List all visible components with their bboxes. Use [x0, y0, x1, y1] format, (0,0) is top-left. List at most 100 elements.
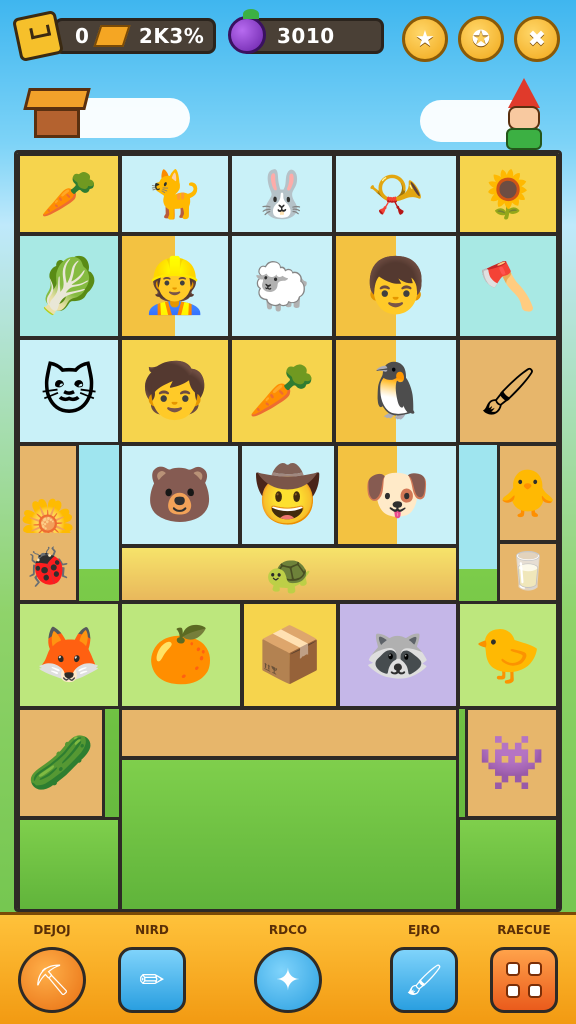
turtle-icon: 🐢: [265, 552, 313, 596]
flower-carrot-icon: 🥕: [248, 359, 316, 422]
red-cat-icon: 🐈: [146, 167, 204, 221]
sunflower-icon: 🌻: [479, 167, 537, 221]
bottom-nav: DEJOJ ⛏ NIRD ✏ RDCO ✦ EJRO 🖌 RAECUE: [0, 912, 576, 1024]
nav-label: NIRD: [135, 923, 169, 937]
board-tile[interactable]: 🐶: [335, 443, 459, 547]
board-tile[interactable]: 👦: [333, 233, 459, 339]
magic-wand-button[interactable]: ✦: [254, 947, 322, 1013]
blue-cap-kid-icon: 👦: [362, 254, 430, 317]
board-tile[interactable]: 🪓: [457, 233, 559, 339]
crate-stack-icon: 📦: [256, 623, 324, 686]
board-tile[interactable]: 🐥: [497, 443, 559, 543]
board-tile[interactable]: 🐞: [17, 533, 79, 603]
grape-gem-icon: [228, 9, 266, 54]
red-hair-kid-icon: 🧒: [141, 359, 209, 422]
board-tile[interactable]: 🥕: [17, 153, 121, 235]
gold-value: 2K3%: [138, 24, 205, 48]
nav-item-dejoj[interactable]: DEJOJ ⛏: [12, 921, 92, 1024]
brush-icon: 🖌: [404, 962, 444, 998]
board-tile[interactable]: 🦝: [337, 601, 459, 709]
sheep-icon: 🐑: [253, 259, 311, 313]
gnome-face: [508, 106, 540, 130]
beak-bird-icon: 🐤: [474, 623, 542, 686]
grass-patch[interactable]: [457, 817, 559, 909]
board-tile[interactable]: 🍊: [119, 601, 243, 709]
yellow-dog-icon: 🐶: [363, 463, 431, 526]
dirt-path: [119, 707, 459, 759]
board-tile[interactable]: 📯: [333, 153, 459, 235]
pencil-icon: ✏: [139, 962, 165, 998]
cucumber-icon: 🥒: [27, 731, 95, 794]
brush-button[interactable]: 🖌: [390, 947, 458, 1013]
board-tile[interactable]: 👷: [119, 233, 231, 339]
gold-prefix: 0: [75, 24, 89, 48]
nav-item-nird[interactable]: NIRD ✏: [112, 921, 192, 1024]
board-tile[interactable]: 🐻: [119, 443, 241, 547]
gnome-body: [506, 128, 542, 150]
grass-patch[interactable]: [17, 817, 121, 909]
board-tile[interactable]: 🐈: [119, 153, 231, 235]
board-tile[interactable]: 🐑: [229, 233, 335, 339]
paint-roller-icon: 🖌: [478, 364, 538, 418]
magic-wand-icon: ✦: [275, 962, 301, 998]
star-button[interactable]: ★: [402, 16, 448, 62]
yellow-chick-icon: 🐥: [499, 466, 557, 520]
achievement-button[interactable]: ✪: [458, 16, 504, 62]
grid-menu-button[interactable]: [490, 947, 558, 1013]
board-tile[interactable]: 🥕: [229, 337, 335, 445]
board-tile[interactable]: 🥬: [17, 233, 121, 339]
nav-item-raecue[interactable]: RAECUE: [484, 921, 564, 1024]
board-tile[interactable]: 🐱: [17, 337, 121, 445]
leaf-crop-icon: 🥬: [35, 254, 103, 317]
top-hud: 0 2K3% 3010 ★ ✪ ✖: [0, 0, 576, 80]
nav-label: DEJOJ: [33, 923, 71, 937]
nav-item-rdco[interactable]: RDCO ✦: [248, 921, 328, 1024]
builder-character-icon: 👷: [141, 254, 209, 317]
nav-label: RDCO: [268, 923, 308, 937]
merge-board: 🥕 🐈 🐰 📯 🌻 🥬 👷 🐑 👦 🪓 🐱 🧒 🥕 🐧 🖌 🌼 🐻 🤠 🐶 🐥 …: [14, 150, 562, 912]
gnome-hat: [508, 78, 540, 108]
tools-button[interactable]: ✖: [514, 16, 560, 62]
board-tile[interactable]: 🥒: [17, 707, 105, 819]
wood-bear-icon: 🐻: [146, 463, 214, 526]
nav-item-ejro[interactable]: EJRO 🖌: [384, 921, 464, 1024]
brush-tool-icon: 🪓: [479, 259, 537, 313]
board-tile[interactable]: 📦: [241, 601, 339, 709]
barn-roof: [23, 88, 91, 110]
purple-monster-icon: 👾: [478, 731, 546, 794]
board-tile[interactable]: 🐤: [457, 601, 559, 709]
carrot-sprout-icon: 🥕: [40, 167, 98, 221]
blue-bird-icon: 🐧: [362, 359, 430, 422]
board-tile[interactable]: 👾: [465, 707, 559, 819]
nav-label: EJRO: [407, 923, 441, 937]
red-raccoon-icon: 🦝: [364, 623, 432, 686]
gold-counter: 0 2K3%: [54, 18, 216, 54]
board-tile[interactable]: 🖌: [457, 337, 559, 445]
gold-bar-icon: [93, 25, 131, 47]
yellow-cat-icon: 🐱: [40, 359, 98, 422]
board-tile[interactable]: 🐰: [229, 153, 335, 235]
orange-kid-icon: 🍊: [147, 623, 215, 686]
red-bug-icon: 🐞: [24, 544, 72, 589]
gnome-character[interactable]: [492, 78, 552, 150]
board-tile[interactable]: 🌻: [457, 153, 559, 235]
board-tile[interactable]: 🦊: [17, 601, 121, 709]
board-tile[interactable]: 🥛: [497, 541, 559, 603]
barn-house[interactable]: [23, 88, 91, 142]
shovel-icon: ⛏: [32, 962, 72, 998]
star-icon: ★: [415, 26, 435, 52]
board-tile[interactable]: 🐢: [119, 545, 459, 603]
shovel-button[interactable]: ⛏: [18, 947, 86, 1013]
barn-wall: [34, 108, 80, 138]
board-tile[interactable]: 🧒: [119, 337, 231, 445]
pencil-button[interactable]: ✏: [118, 947, 186, 1013]
fox-icon: 🦊: [35, 623, 103, 686]
white-bunny-icon: 🐰: [253, 167, 311, 221]
board-tile[interactable]: 🤠: [239, 443, 337, 547]
level-badge-icon[interactable]: [11, 9, 65, 63]
milk-jar-icon: 🥛: [505, 551, 551, 592]
board-tile[interactable]: 🐧: [333, 337, 459, 445]
gem-value: 3010: [277, 24, 335, 48]
grid-menu-icon: [506, 962, 542, 998]
grass-meadow[interactable]: [119, 757, 459, 909]
